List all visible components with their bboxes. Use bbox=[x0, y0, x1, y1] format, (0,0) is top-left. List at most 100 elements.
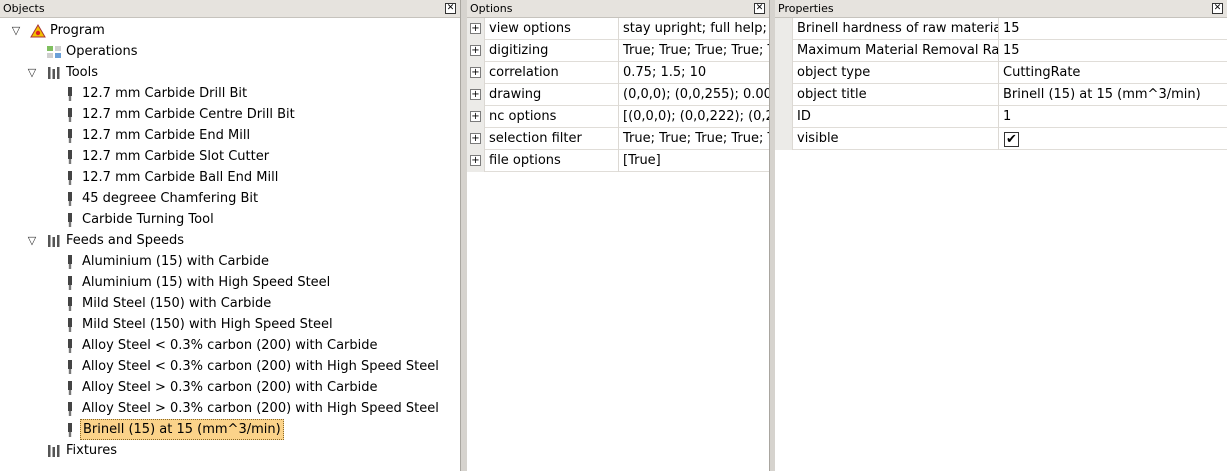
tree-item-label[interactable]: 12.7 mm Carbide Ball End Mill bbox=[80, 167, 280, 188]
tree-item[interactable]: 12.7 mm Carbide Centre Drill Bit bbox=[0, 104, 460, 125]
expand-plus-icon[interactable]: + bbox=[470, 45, 481, 56]
property-name: visible bbox=[797, 131, 839, 146]
property-value[interactable]: 15 bbox=[999, 40, 1225, 62]
expand-plus-icon[interactable]: + bbox=[470, 89, 481, 100]
tree-item[interactable]: 12.7 mm Carbide Drill Bit bbox=[0, 83, 460, 104]
option-value[interactable]: [True] bbox=[619, 150, 769, 172]
tree-item[interactable]: Alloy Steel < 0.3% carbon (200) with Car… bbox=[0, 335, 460, 356]
tree-item-label[interactable]: Brinell (15) at 15 (mm^3/min) bbox=[80, 419, 284, 440]
property-row[interactable]: Brinell hardness of raw material 15 bbox=[775, 18, 1227, 40]
tree-item[interactable]: Brinell (15) at 15 (mm^3/min) bbox=[0, 419, 460, 440]
expand-plus-icon[interactable]: + bbox=[470, 23, 481, 34]
option-value[interactable]: True; True; True; True; T bbox=[619, 40, 769, 62]
property-value[interactable]: 15 bbox=[999, 18, 1225, 40]
tree-item-label[interactable]: Program bbox=[48, 20, 107, 41]
option-value[interactable]: 0.75; 1.5; 10 bbox=[619, 62, 769, 84]
expand-arrow-icon[interactable]: ▽ bbox=[26, 230, 38, 251]
option-row[interactable]: + drawing (0,0,0); (0,0,255); 0.00 bbox=[467, 84, 769, 106]
tree-item[interactable]: Mild Steel (150) with Carbide bbox=[0, 293, 460, 314]
tree-item-label[interactable]: Aluminium (15) with High Speed Steel bbox=[80, 272, 332, 293]
option-row[interactable]: + correlation 0.75; 1.5; 10 bbox=[467, 62, 769, 84]
tree-item-label[interactable]: Alloy Steel < 0.3% carbon (200) with Car… bbox=[80, 335, 380, 356]
column-divider bbox=[998, 128, 999, 150]
property-row[interactable]: Maximum Material Removal Rate 15 bbox=[775, 40, 1227, 62]
tree-item-label[interactable]: Feeds and Speeds bbox=[64, 230, 186, 251]
option-name: nc options bbox=[489, 109, 557, 124]
option-row[interactable]: + digitizing True; True; True; True; T bbox=[467, 40, 769, 62]
tool-icon bbox=[62, 192, 78, 206]
tree-item-label[interactable]: 45 degreee Chamfering Bit bbox=[80, 188, 260, 209]
visible-checkbox[interactable]: ✔ bbox=[1004, 132, 1019, 147]
tool-icon bbox=[62, 87, 78, 101]
row-gutter: + bbox=[467, 128, 485, 150]
objects-panel: Objects ✕ ▽ Program Operations ▽ Tools 12.7 m… bbox=[0, 0, 461, 471]
tree-item-label[interactable]: Mild Steel (150) with High Speed Steel bbox=[80, 314, 335, 335]
tree-item[interactable]: ▽ Feeds and Speeds bbox=[0, 230, 460, 251]
option-row[interactable]: + file options [True] bbox=[467, 150, 769, 172]
tree-item-label[interactable]: Alloy Steel > 0.3% carbon (200) with Hig… bbox=[80, 398, 441, 419]
tree-item-label[interactable]: 12.7 mm Carbide Centre Drill Bit bbox=[80, 104, 297, 125]
row-gutter: + bbox=[467, 62, 485, 84]
property-row[interactable]: visible ✔ bbox=[775, 128, 1227, 150]
property-row[interactable]: ID 1 bbox=[775, 106, 1227, 128]
option-row[interactable]: + nc options [(0,0,0); (0,0,222); (0,2 bbox=[467, 106, 769, 128]
tool-icon bbox=[62, 129, 78, 143]
tree-item[interactable]: 12.7 mm Carbide Slot Cutter bbox=[0, 146, 460, 167]
tool-icon bbox=[62, 297, 78, 311]
tree-item-label[interactable]: Mild Steel (150) with Carbide bbox=[80, 293, 273, 314]
expand-arrow-icon[interactable]: ▽ bbox=[10, 20, 22, 41]
tree-item-label[interactable]: Tools bbox=[64, 62, 100, 83]
tree-item-label[interactable]: Alloy Steel > 0.3% carbon (200) with Car… bbox=[80, 377, 380, 398]
close-icon[interactable]: ✕ bbox=[1212, 3, 1223, 14]
tree-item[interactable]: Alloy Steel > 0.3% carbon (200) with Hig… bbox=[0, 398, 460, 419]
property-row[interactable]: object title Brinell (15) at 15 (mm^3/min… bbox=[775, 84, 1227, 106]
options-titlebar: Options ✕ bbox=[467, 0, 769, 18]
tree-item[interactable]: Fixtures bbox=[0, 440, 460, 461]
option-value[interactable]: True; True; True; True; T bbox=[619, 128, 769, 150]
tree-item-label[interactable]: Operations bbox=[64, 41, 139, 62]
tree-item-label[interactable]: 12.7 mm Carbide Slot Cutter bbox=[80, 146, 271, 167]
expand-plus-icon[interactable]: + bbox=[470, 133, 481, 144]
property-value[interactable]: CuttingRate bbox=[999, 62, 1225, 84]
property-name: object type bbox=[797, 65, 871, 80]
property-name: object title bbox=[797, 87, 867, 102]
tree-item-label[interactable]: Alloy Steel < 0.3% carbon (200) with Hig… bbox=[80, 356, 441, 377]
tree-item-label[interactable]: Aluminium (15) with Carbide bbox=[80, 251, 271, 272]
tree-item[interactable]: Alloy Steel > 0.3% carbon (200) with Car… bbox=[0, 377, 460, 398]
option-row[interactable]: + selection filter True; True; True; True;… bbox=[467, 128, 769, 150]
tree-item-label[interactable]: 12.7 mm Carbide Drill Bit bbox=[80, 83, 249, 104]
tree-item[interactable]: Aluminium (15) with Carbide bbox=[0, 251, 460, 272]
option-value[interactable]: (0,0,0); (0,0,255); 0.00 bbox=[619, 84, 769, 106]
tree-item[interactable]: 45 degreee Chamfering Bit bbox=[0, 188, 460, 209]
tree-item[interactable]: Operations bbox=[0, 41, 460, 62]
tool-icon bbox=[62, 213, 78, 227]
tool-icon bbox=[62, 402, 78, 416]
expand-arrow-icon[interactable]: ▽ bbox=[26, 62, 38, 83]
property-value[interactable]: Brinell (15) at 15 (mm^3/min) bbox=[999, 84, 1225, 106]
option-value[interactable]: stay upright; full help; bbox=[619, 18, 769, 40]
tree-item[interactable]: ▽ Tools bbox=[0, 62, 460, 83]
option-row[interactable]: + view options stay upright; full help; bbox=[467, 18, 769, 40]
expand-plus-icon[interactable]: + bbox=[470, 67, 481, 78]
close-icon[interactable]: ✕ bbox=[445, 3, 456, 14]
property-row[interactable]: object type CuttingRate bbox=[775, 62, 1227, 84]
tree-item[interactable]: 12.7 mm Carbide Ball End Mill bbox=[0, 167, 460, 188]
properties-titlebar: Properties ✕ bbox=[775, 0, 1227, 18]
tree-item[interactable]: Aluminium (15) with High Speed Steel bbox=[0, 272, 460, 293]
property-value[interactable]: 1 bbox=[999, 106, 1225, 128]
tree-item[interactable]: 12.7 mm Carbide End Mill bbox=[0, 125, 460, 146]
tool-icon bbox=[62, 171, 78, 185]
close-icon[interactable]: ✕ bbox=[754, 3, 765, 14]
tree-item[interactable]: Alloy Steel < 0.3% carbon (200) with Hig… bbox=[0, 356, 460, 377]
expand-plus-icon[interactable]: + bbox=[470, 155, 481, 166]
option-value[interactable]: [(0,0,0); (0,0,222); (0,2 bbox=[619, 106, 769, 128]
tree-item[interactable]: Mild Steel (150) with High Speed Steel bbox=[0, 314, 460, 335]
row-gutter: + bbox=[467, 106, 485, 128]
tree-item-label[interactable]: Fixtures bbox=[64, 440, 119, 461]
tree-item-label[interactable]: 12.7 mm Carbide End Mill bbox=[80, 125, 252, 146]
tree-item-label[interactable]: Carbide Turning Tool bbox=[80, 209, 216, 230]
properties-title: Properties bbox=[778, 2, 834, 15]
tree-item[interactable]: Carbide Turning Tool bbox=[0, 209, 460, 230]
tree-item[interactable]: ▽ Program bbox=[0, 20, 460, 41]
expand-plus-icon[interactable]: + bbox=[470, 111, 481, 122]
